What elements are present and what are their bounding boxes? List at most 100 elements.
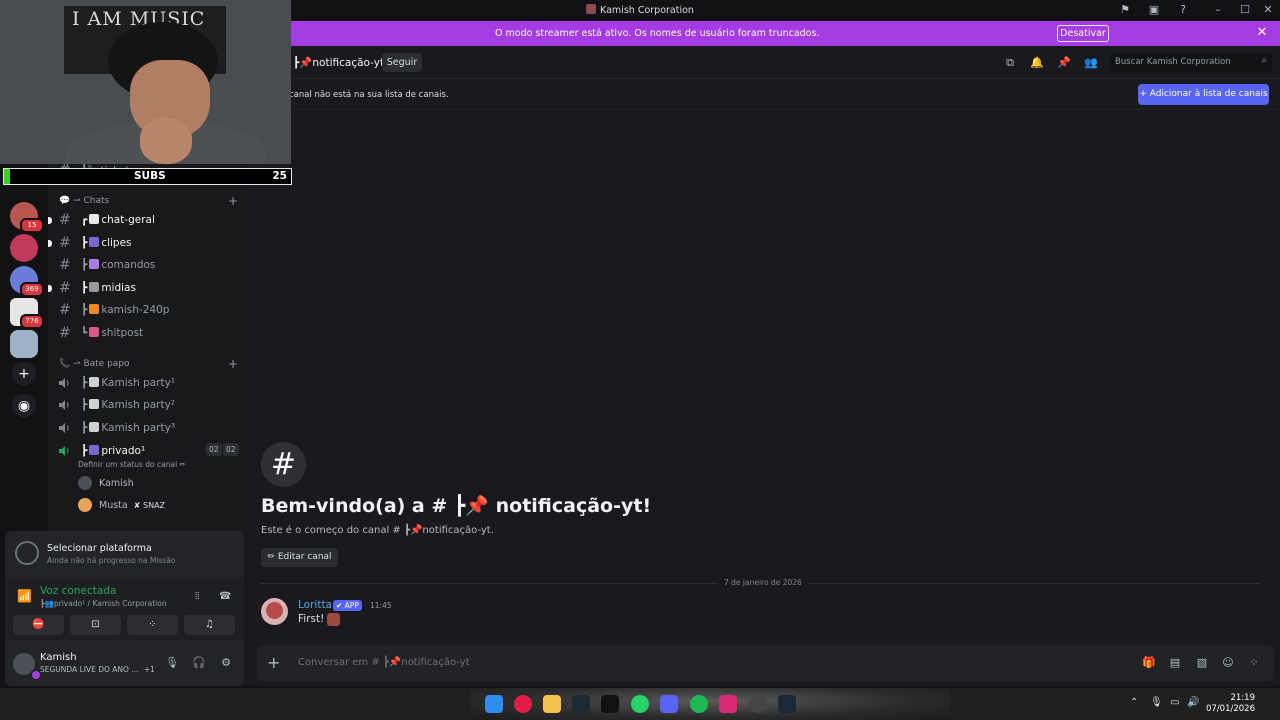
obs-icon[interactable] (749, 695, 767, 713)
minimize-button[interactable]: – (1211, 3, 1225, 17)
server-badge: 776 (20, 314, 44, 329)
channel-label: ┣ Kamish party¹ (81, 377, 176, 389)
set-channel-status[interactable]: Definir um status do canal ✏ (78, 460, 186, 469)
disable-streamer-mode-button[interactable]: Desativar (1057, 25, 1109, 42)
camera-off-button[interactable]: ⛔ (13, 615, 64, 635)
attach-plus-icon[interactable]: + (267, 653, 280, 672)
close-window-button[interactable]: ✕ (1261, 3, 1275, 17)
search-placeholder: Buscar Kamish Corporation (1115, 57, 1231, 67)
server-icon[interactable]: 15 (10, 202, 44, 233)
speaker-icon (59, 446, 69, 456)
chevron-up-icon[interactable]: ⌃ (1130, 697, 1138, 708)
file-explorer-icon[interactable] (543, 695, 561, 713)
voice-connected-panel: 📶 Voz conectada ┣👥privado¹ / Kamish Corp… (5, 577, 244, 640)
custom-status: SEGUNDA LIVE DO ANO ... +1 (40, 665, 155, 674)
apps-icon[interactable]: ⁘ (1247, 656, 1261, 670)
message-author[interactable]: Loritta (298, 599, 332, 611)
add-server-icon[interactable]: + (12, 362, 36, 386)
subs-count: 25 (272, 170, 287, 182)
speaker-icon (59, 423, 69, 433)
opera-icon[interactable] (514, 695, 532, 713)
channel-label: ┣ privado¹ (81, 445, 146, 457)
inbox-icon[interactable]: ▣ (1147, 3, 1161, 17)
streamer-mode-banner: O modo streamer está ativo. Os nomes de … (290, 21, 1280, 46)
flag-icon[interactable]: ⚑ (1118, 3, 1132, 17)
main-chat-area (250, 46, 1280, 686)
threads-icon[interactable]: ⧉ (1003, 56, 1017, 70)
voice-channel-3[interactable]: ┣ Kamish party³ (48, 418, 250, 438)
channel-header-name: ┣📌notificação-yt (293, 57, 385, 69)
discover-icon[interactable]: ◉ (12, 394, 36, 418)
message-avatar[interactable] (261, 598, 288, 625)
voice-status-subtitle[interactable]: ┣👥privado¹ / Kamish Corporation (40, 599, 167, 608)
screen-share-button[interactable]: ⊡ (70, 615, 121, 635)
emoji-icon[interactable]: ☺ (1221, 656, 1235, 670)
tiktok-icon[interactable] (601, 695, 619, 713)
headphones-icon[interactable]: 🎧 (192, 656, 206, 670)
voice-channel-privado[interactable]: ┣ privado¹ 02 02 (48, 441, 250, 461)
gift-icon[interactable]: 🎁 (1142, 656, 1156, 670)
instagram-icon[interactable] (719, 695, 737, 713)
composer-placeholder: Conversar em # ┣📌notificação-yt (298, 657, 470, 668)
voice-channel-1[interactable]: ┣ Kamish party¹ (48, 373, 250, 393)
quest-panel[interactable]: Selecionar plataforma Ainda não há progr… (5, 531, 244, 577)
channel-comandos[interactable]: # ┣ comandos (48, 255, 250, 275)
close-banner-icon[interactable]: ✕ (1255, 26, 1269, 40)
maximize-button[interactable]: ☐ (1238, 3, 1252, 17)
steam-icon[interactable] (572, 695, 590, 713)
discord-icon[interactable] (660, 695, 678, 713)
voice-channel-2[interactable]: ┣ Kamish party² (48, 395, 250, 415)
server-icon[interactable]: 776 (10, 298, 44, 329)
noise-suppression-icon[interactable]: ⦙⦙ (195, 591, 199, 602)
hash-icon: # (59, 302, 71, 318)
subs-progress-bar (4, 169, 10, 184)
sticker-icon[interactable]: ▧ (1195, 656, 1209, 670)
help-icon[interactable]: ? (1176, 3, 1190, 17)
add-channel-icon[interactable]: + (228, 357, 238, 371)
server-icon[interactable]: 369 (10, 266, 44, 297)
channel-label: ┗ shitpost (81, 327, 144, 339)
bell-icon[interactable]: 🔔 (1030, 56, 1044, 70)
message-timestamp: 11:45 (370, 601, 392, 610)
volume-icon[interactable]: 🔊 (1187, 697, 1199, 708)
server-icon[interactable] (10, 234, 38, 262)
channel-shitpost[interactable]: # ┗ shitpost (48, 323, 250, 343)
clock[interactable]: 21:19 07/01/2026 (1205, 693, 1255, 715)
user-panel: Kamish SEGUNDA LIVE DO ANO ... +1 🎙 🎧 ⚙ (5, 640, 244, 686)
unread-indicator (48, 285, 52, 292)
pin-icon[interactable]: 📌 (1057, 56, 1071, 70)
channel-midias[interactable]: # ┣ midias (48, 278, 250, 298)
gif-icon[interactable]: ▤ (1168, 656, 1182, 670)
avatar (78, 476, 92, 490)
edit-channel-button[interactable]: ✏ Editar canal (261, 548, 338, 567)
hash-icon: # (59, 212, 71, 228)
window-title-text: Kamish Corporation (600, 5, 694, 16)
add-to-channel-list-button[interactable]: + Adicionar à lista de canais (1138, 84, 1269, 105)
category-chats[interactable]: 💬 ⇀ Chats (59, 196, 109, 206)
disconnect-icon[interactable]: ☎ (219, 591, 231, 602)
mic-tray-icon[interactable]: 🎙 (1150, 697, 1163, 708)
channel-clipes[interactable]: # ┣ clipes (48, 233, 250, 253)
server-icon[interactable] (10, 330, 38, 358)
start-icon[interactable] (485, 695, 503, 713)
activities-button[interactable]: ⁘ (127, 615, 178, 635)
add-channel-icon[interactable]: + (228, 194, 238, 208)
search-input[interactable]: Buscar Kamish Corporation ⌕ (1110, 53, 1272, 72)
channel-label: ┣ Kamish party³ (81, 422, 176, 434)
soundboard-button[interactable]: ♫ (184, 615, 235, 635)
members-icon[interactable]: 👥 (1084, 56, 1098, 70)
category-bate-papo[interactable]: 📞 ⇀ Bate papo (59, 359, 130, 369)
steam-icon[interactable] (778, 695, 796, 713)
settings-gear-icon[interactable]: ⚙ (219, 656, 233, 670)
spotify-icon[interactable] (690, 695, 708, 713)
voice-status-title[interactable]: Voz conectada (40, 585, 116, 597)
microphone-icon[interactable]: 🎙 (165, 656, 179, 670)
whatsapp-icon[interactable] (631, 695, 649, 713)
network-icon[interactable]: ▭ (1170, 697, 1179, 708)
username[interactable]: Kamish (40, 652, 77, 663)
message-composer[interactable]: + Conversar em # ┣📌notificação-yt 🎁 ▤ ▧ … (257, 645, 1274, 681)
channel-kamish-240p[interactable]: # ┣ kamish-240p (48, 300, 250, 320)
follow-button[interactable]: Seguir (382, 53, 422, 72)
channel-chat-geral[interactable]: # ┏ chat-geral (48, 210, 250, 230)
voice-user-name: Musta ✘ SNAZ (99, 500, 166, 511)
